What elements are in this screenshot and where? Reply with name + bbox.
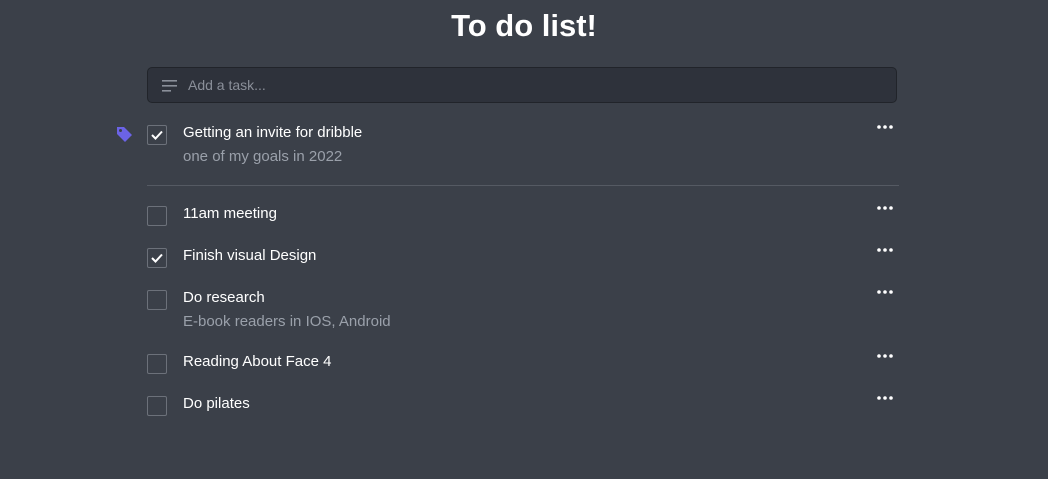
- more-options-icon[interactable]: [872, 348, 898, 364]
- todo-app: To do list! Getting an invite for dribbl…: [0, 0, 1048, 479]
- page-title: To do list!: [451, 8, 597, 43]
- add-task-bar[interactable]: [147, 67, 897, 103]
- task-checkbox[interactable]: [147, 248, 167, 268]
- task-title: Getting an invite for dribble: [183, 124, 363, 141]
- task-title: Do research: [183, 289, 265, 306]
- more-options-icon[interactable]: [872, 200, 898, 216]
- task-checkbox[interactable]: [147, 354, 167, 374]
- task-checkbox[interactable]: [147, 206, 167, 226]
- task-subtitle: E-book readers in IOS, Android: [183, 313, 391, 330]
- task-title: Do pilates: [183, 395, 250, 412]
- more-options-icon[interactable]: [872, 390, 898, 406]
- more-options-icon[interactable]: [872, 284, 898, 300]
- task-checkbox[interactable]: [147, 290, 167, 310]
- checkmark-icon: [151, 130, 163, 140]
- checkmark-icon: [151, 253, 163, 263]
- task-title: Reading About Face 4: [183, 353, 332, 370]
- task-subtitle: one of my goals in 2022: [183, 148, 343, 165]
- task-title: Finish visual Design: [183, 247, 317, 264]
- divider: [147, 185, 899, 186]
- tag-icon: [117, 127, 132, 142]
- more-options-icon[interactable]: [872, 119, 898, 135]
- task-checkbox[interactable]: [147, 125, 167, 145]
- add-task-input[interactable]: [188, 68, 878, 102]
- lines-icon: [162, 80, 177, 92]
- task-title: 11am meeting: [183, 205, 277, 222]
- task-checkbox[interactable]: [147, 396, 167, 416]
- more-options-icon[interactable]: [872, 242, 898, 258]
